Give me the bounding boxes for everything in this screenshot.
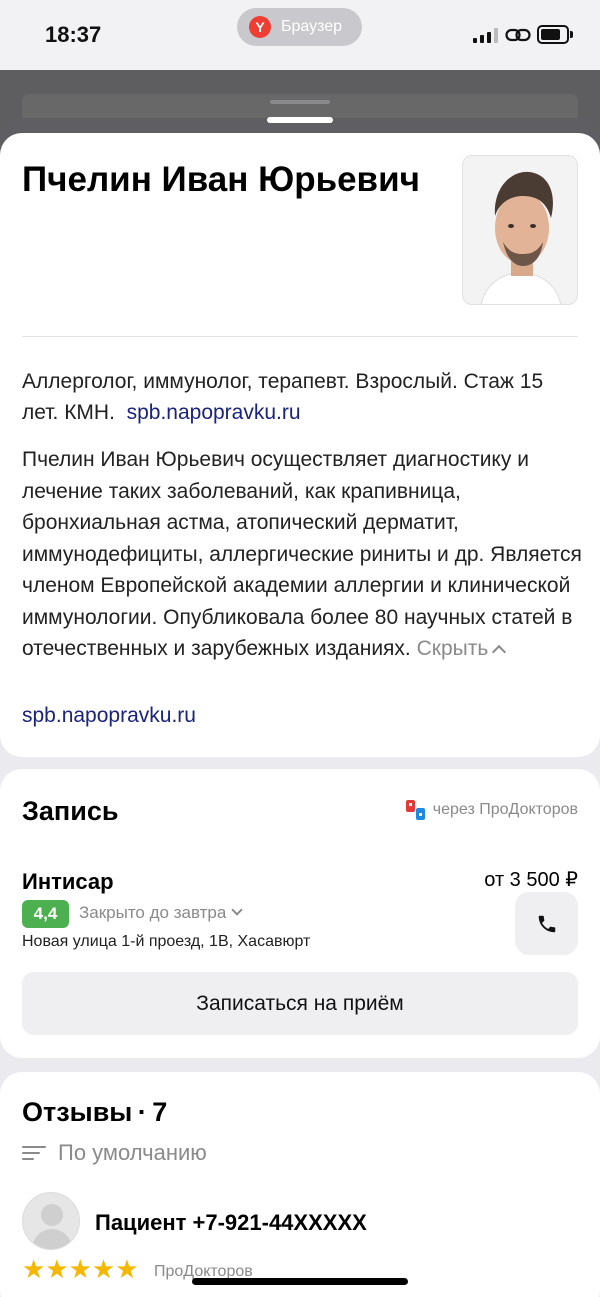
reviewer-name: Пациент +7-921-44XXXXX bbox=[95, 1210, 367, 1235]
reviews-card: Отзывы · 7 По умолчанию Пациент +7-921-4… bbox=[0, 1072, 600, 1297]
doctor-name: Пчелин Иван Юрьевич bbox=[22, 160, 420, 199]
booking-card: Запись через ПроДокторов Интисар от 3 50… bbox=[0, 769, 600, 1058]
cellular-signal-icon bbox=[473, 27, 498, 43]
bio-source-link[interactable]: spb.napopravku.ru bbox=[22, 704, 196, 728]
chevron-up-icon bbox=[492, 644, 507, 660]
reviews-title-text: Отзывы bbox=[22, 1097, 133, 1127]
battery-tip bbox=[570, 31, 573, 38]
divider bbox=[22, 336, 578, 337]
browser-back-pill[interactable]: Y Браузер bbox=[237, 8, 362, 46]
book-appointment-button[interactable]: Записаться на приём bbox=[22, 972, 578, 1035]
review-stars: ★★★★★ bbox=[22, 1254, 139, 1284]
clinic-name[interactable]: Интисар bbox=[22, 869, 114, 895]
prodoctorov-logo-icon bbox=[405, 800, 425, 820]
opening-hours-toggle[interactable]: Закрыто до завтра bbox=[79, 903, 243, 923]
phone-icon bbox=[538, 915, 555, 932]
doctor-specialty: Аллерголог, иммунолог, терапевт. Взрослы… bbox=[22, 366, 578, 428]
hide-bio-toggle[interactable]: Скрыть bbox=[416, 637, 507, 660]
doctor-bio: Пчелин Иван Юрьевич осуществляет диагнос… bbox=[22, 444, 582, 665]
reviewer-avatar bbox=[22, 1192, 80, 1250]
specialty-source-link[interactable]: spb.napopravku.ru bbox=[127, 401, 301, 424]
browser-label: Браузер bbox=[281, 18, 343, 35]
yandex-logo-icon: Y bbox=[249, 16, 271, 38]
doctor-profile-card: Пчелин Иван Юрьевич Аллерголог, иммуноло… bbox=[0, 133, 600, 757]
call-button[interactable] bbox=[515, 892, 578, 955]
rating-badge: 4,4 bbox=[22, 900, 69, 928]
chevron-down-icon bbox=[231, 904, 243, 916]
user-avatar-icon bbox=[31, 1204, 73, 1249]
hide-label: Скрыть bbox=[416, 637, 489, 660]
clock: 18:37 bbox=[45, 22, 102, 47]
clinic-address: Новая улица 1-й проезд, 1В, Хасавюрт bbox=[22, 933, 311, 950]
bio-text: Пчелин Иван Юрьевич осуществляет диагнос… bbox=[22, 448, 582, 660]
via-provider: через ПроДокторов bbox=[405, 799, 578, 821]
doctor-photo[interactable] bbox=[462, 155, 578, 305]
booking-title: Запись bbox=[22, 796, 119, 826]
sort-selector[interactable]: По умолчанию bbox=[22, 1140, 207, 1166]
home-indicator bbox=[192, 1278, 408, 1285]
reviews-separator: · bbox=[137, 1097, 147, 1127]
via-label: через ПроДокторов bbox=[432, 801, 578, 818]
status-bar: 18:37 Y Браузер bbox=[0, 0, 600, 70]
background-sheet-grabber bbox=[270, 100, 330, 104]
sort-icon bbox=[22, 1145, 46, 1161]
battery-icon bbox=[537, 25, 569, 44]
hours-status: Закрыто до завтра bbox=[79, 903, 227, 922]
price: от 3 500 ₽ bbox=[484, 869, 578, 891]
reviews-count: 7 bbox=[152, 1097, 168, 1127]
doctor-portrait-icon bbox=[463, 156, 577, 304]
sort-label: По умолчанию bbox=[58, 1140, 207, 1165]
reviews-title: Отзывы · 7 bbox=[22, 1097, 167, 1128]
sheet-grabber-handle[interactable] bbox=[267, 117, 333, 123]
personal-hotspot-icon bbox=[505, 28, 531, 42]
